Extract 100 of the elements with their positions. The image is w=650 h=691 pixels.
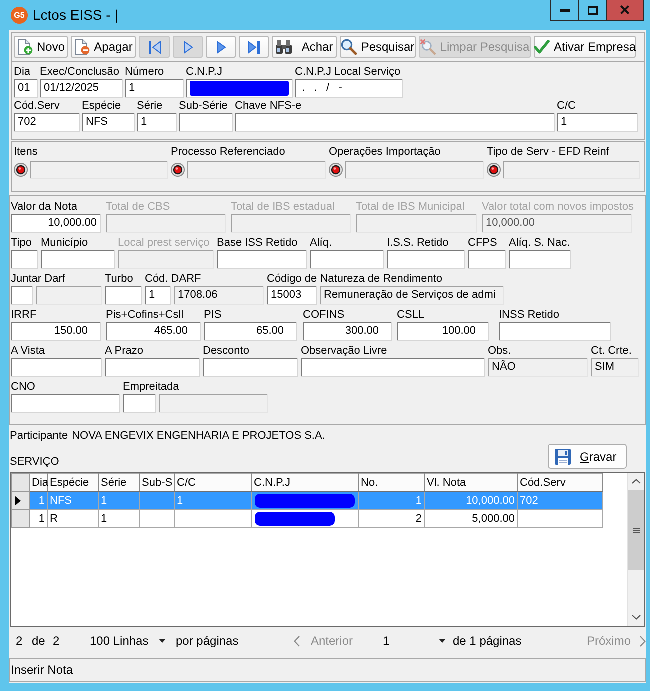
grid-corner <box>12 474 30 492</box>
table-row[interactable]: 1 R 1 2 5,000.00 <box>12 510 602 528</box>
text-field[interactable] <box>310 250 384 269</box>
save-button[interactable]: Gravar <box>548 444 627 469</box>
text-field[interactable]: 150.00 <box>11 322 101 341</box>
text-field[interactable] <box>123 394 156 413</box>
column-header[interactable]: Cód.Serv <box>518 474 602 492</box>
column-header[interactable]: Vl. Nota <box>424 474 518 492</box>
text-field[interactable]: 1708.06 <box>174 286 264 305</box>
minimize-button[interactable] <box>550 0 578 21</box>
new-button[interactable]: Novo <box>14 36 68 58</box>
text-field[interactable] <box>301 358 485 377</box>
text-field[interactable]: 01 <box>14 79 38 98</box>
document-plus-icon <box>17 39 33 55</box>
text-field[interactable] <box>11 286 33 305</box>
delete-button[interactable]: Apagar <box>71 36 136 58</box>
field-label: Valor total com novos impostos <box>482 201 634 214</box>
column-header[interactable]: C/C <box>174 474 252 492</box>
text-field[interactable]: Remuneração de Serviços de admi <box>320 286 504 305</box>
activate-button[interactable]: Ativar Empresa <box>534 36 636 58</box>
text-field[interactable]: NÃO <box>488 358 588 377</box>
text-field[interactable] <box>468 250 506 269</box>
find-button[interactable]: Achar <box>272 36 337 58</box>
row-header[interactable] <box>12 492 30 510</box>
text-field[interactable] <box>30 161 168 179</box>
search-button[interactable]: Pesquisar <box>340 36 416 58</box>
save-icon <box>555 448 571 464</box>
next-button[interactable] <box>206 36 236 58</box>
column-header[interactable]: Sub-S <box>140 474 174 492</box>
text-field[interactable]: 1 <box>125 79 184 98</box>
text-field[interactable]: 65.00 <box>204 322 297 341</box>
column-header[interactable]: Dia <box>30 474 48 492</box>
text-field[interactable]: 100.00 <box>397 322 489 341</box>
record-count: 2 <box>16 634 24 648</box>
text-field[interactable]: 15003 <box>267 286 317 305</box>
field-label: Alíq. S. Nac. <box>509 237 570 250</box>
text-field[interactable] <box>509 250 571 269</box>
text-field[interactable]: 465.00 <box>106 322 201 341</box>
field-label: A Vista <box>11 345 46 358</box>
participant-label: Participante <box>10 430 68 443</box>
record-total: 2 <box>53 634 61 648</box>
table-cell: 2 <box>358 510 424 528</box>
field-label: Itens <box>14 146 38 159</box>
field-label: Total de IBS Municipal <box>356 201 465 214</box>
text-field[interactable] <box>105 358 200 377</box>
text-field[interactable] <box>499 322 611 341</box>
page-dropdown[interactable]: 1 <box>383 634 446 648</box>
text-field[interactable]: SIM <box>591 358 639 377</box>
text-field[interactable] <box>345 161 484 179</box>
scrollbar[interactable] <box>627 473 644 626</box>
text-field[interactable] <box>179 113 233 132</box>
text-field[interactable]: 300.00 <box>303 322 392 341</box>
text-field[interactable] <box>217 250 307 269</box>
text-field[interactable]: 1 <box>137 113 177 132</box>
pager-text: de 1 páginas <box>453 634 523 648</box>
field-label: Base ISS Retido <box>217 237 298 250</box>
text-field[interactable] <box>187 161 326 179</box>
table-cell: R <box>48 510 98 528</box>
field-label: IRRF <box>11 309 37 322</box>
check-icon <box>534 40 550 54</box>
text-field[interactable] <box>11 394 120 413</box>
text-field[interactable] <box>503 161 640 179</box>
text-field[interactable]: NFS <box>82 113 135 132</box>
text-field[interactable] <box>11 358 102 377</box>
column-header[interactable]: C.N.P.J <box>252 474 358 492</box>
text-field[interactable]: 1 <box>557 113 638 132</box>
column-header[interactable]: Série <box>98 474 140 492</box>
text-field[interactable] <box>387 250 465 269</box>
field-label: Processo Referenciado <box>171 146 286 159</box>
play-icon <box>184 40 192 54</box>
scrollbar-thumb[interactable] <box>628 490 644 570</box>
chevron-down-icon <box>632 615 640 620</box>
column-header[interactable]: Espécie <box>48 474 98 492</box>
text-field[interactable] <box>159 394 268 413</box>
text-field[interactable] <box>41 250 115 269</box>
text-field[interactable]: 01/12/2025 <box>40 79 123 98</box>
text-field[interactable]: 1 <box>145 286 171 305</box>
text-field[interactable]: 10,000.00 <box>11 214 101 233</box>
column-header[interactable]: No. <box>358 474 424 492</box>
text-field[interactable]: . . / - <box>295 79 403 98</box>
text-field[interactable] <box>105 286 142 305</box>
rows-per-page-dropdown[interactable]: 100 Linhas <box>90 634 166 648</box>
field-label: Tipo de Serv - EFD Reinf <box>487 146 610 159</box>
text-field[interactable] <box>203 358 298 377</box>
grip-icon <box>632 528 640 532</box>
text-field[interactable] <box>235 113 555 132</box>
text-field[interactable] <box>186 79 293 98</box>
field-label: Total de IBS estadual <box>231 201 335 214</box>
last-button[interactable] <box>239 36 269 58</box>
field-label: Valor da Nota <box>11 201 78 214</box>
field-label: CSLL <box>397 309 425 322</box>
field-label: Desconto <box>203 345 250 358</box>
field-label: Juntar Darf <box>11 273 66 286</box>
text-field[interactable]: 702 <box>14 113 80 132</box>
close-button[interactable] <box>606 0 644 21</box>
text-field[interactable] <box>36 286 102 305</box>
maximize-icon <box>588 6 598 14</box>
chevron-up-icon <box>632 479 640 484</box>
text-field[interactable] <box>11 250 38 269</box>
field-label: Dia <box>14 66 31 79</box>
